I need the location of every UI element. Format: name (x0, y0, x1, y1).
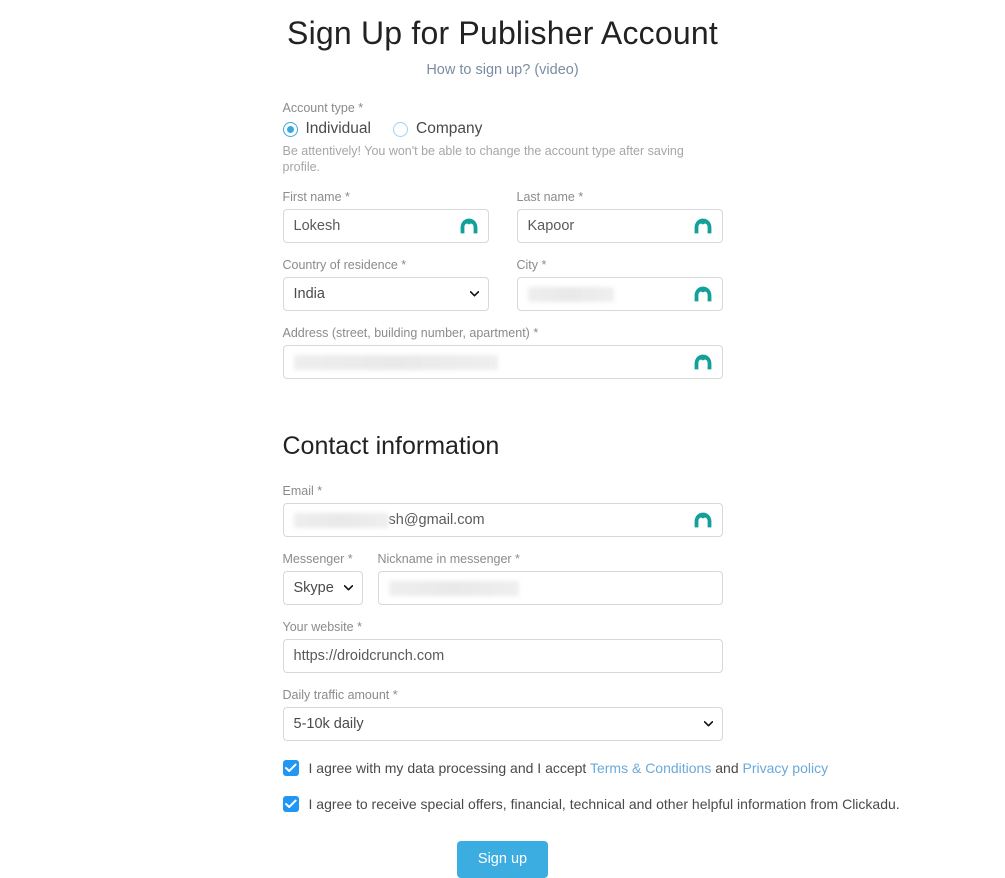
agreement-text-marketing: I agree to receive special offers, finan… (308, 796, 900, 812)
chevron-down-icon (703, 721, 713, 727)
address-value-redacted (293, 354, 498, 370)
messenger-label: Messenger * (282, 552, 353, 566)
last-name-group: Last name * Kapoor (516, 189, 723, 243)
nordpass-icon[interactable] (459, 217, 479, 235)
contact-section-title: Contact information (282, 432, 500, 460)
traffic-label: Daily traffic amount * (282, 688, 398, 702)
city-value-redacted (527, 286, 614, 302)
email-input[interactable]: sh@gmail.com (282, 503, 723, 537)
messenger-value: Skype (293, 580, 334, 596)
privacy-policy-link[interactable]: Privacy policy (743, 760, 829, 776)
agreement-text-between: and (715, 760, 739, 776)
email-group: Email * sh@gmail.com (282, 483, 723, 537)
chevron-down-icon (343, 585, 353, 591)
last-name-label: Last name * (516, 190, 584, 204)
nordpass-icon[interactable] (693, 511, 713, 529)
radio-company-label: Company (416, 120, 483, 137)
website-label: Your website * (282, 620, 362, 634)
address-group: Address (street, building number, apartm… (282, 325, 723, 379)
website-group: Your website * https://droidcrunch.com (282, 619, 723, 673)
messenger-select[interactable]: Skype (282, 571, 363, 605)
agreement-row-marketing: I agree to receive special offers, finan… (282, 795, 900, 813)
country-value: India (293, 286, 325, 302)
how-to-sign-up-link[interactable]: How to sign up? (video) (0, 52, 1005, 78)
page-title: Sign Up for Publisher Account (287, 15, 718, 51)
country-select[interactable]: India (282, 277, 489, 311)
website-input[interactable]: https://droidcrunch.com (282, 639, 723, 673)
nickname-value-redacted (388, 580, 519, 596)
city-group: City * (516, 257, 723, 311)
country-group: Country of residence * India (282, 257, 489, 311)
address-input[interactable] (282, 345, 723, 379)
email-label: Email * (282, 484, 323, 498)
account-type-group: Account type * Individual Company Be att… (282, 100, 723, 175)
checkbox-data-processing[interactable] (282, 760, 299, 776)
city-label: City * (516, 258, 547, 272)
traffic-select[interactable]: 5-10k daily (282, 707, 723, 741)
email-value-redacted (293, 512, 389, 528)
radio-option-company[interactable]: Company (393, 120, 482, 138)
account-type-label: Account type * (282, 101, 364, 115)
submit-row: Sign up (283, 813, 723, 878)
nickname-input[interactable] (377, 571, 723, 605)
messenger-group: Messenger * Skype (282, 551, 363, 605)
website-value: https://droidcrunch.com (293, 648, 445, 664)
sign-up-button[interactable]: Sign up (456, 841, 549, 878)
radio-individual-icon[interactable] (282, 121, 298, 137)
nickname-group: Nickname in messenger * (377, 551, 723, 605)
nordpass-icon[interactable] (693, 353, 713, 371)
traffic-value: 5-10k daily (293, 716, 364, 732)
last-name-input[interactable]: Kapoor (516, 209, 723, 243)
first-name-value: Lokesh (293, 218, 341, 234)
chevron-down-icon (469, 291, 479, 297)
terms-conditions-link[interactable]: Terms & Conditions (590, 760, 711, 776)
name-row: First name * Lokesh Last name * Kapoor (282, 189, 723, 243)
radio-company-icon[interactable] (393, 121, 408, 137)
country-label: Country of residence * (282, 258, 407, 272)
agreement-row-data-processing: I agree with my data processing and I ac… (282, 759, 828, 777)
nordpass-icon[interactable] (693, 285, 713, 303)
nordpass-icon[interactable] (693, 217, 713, 235)
account-type-options: Individual Company (282, 120, 723, 138)
agreement-text-data-processing: I agree with my data processing and I ac… (309, 759, 829, 777)
first-name-group: First name * Lokesh (282, 189, 489, 243)
location-row: Country of residence * India City * (282, 257, 723, 311)
address-label: Address (street, building number, apartm… (282, 326, 539, 340)
agreement-text-part: I agree with my data processing and I ac… (308, 760, 587, 776)
messenger-row: Messenger * Skype Nickname in messenger … (282, 551, 723, 605)
checkbox-marketing[interactable] (282, 796, 299, 812)
signup-page: Sign Up for Publisher Account How to sig… (0, 0, 1005, 878)
nickname-label: Nickname in messenger * (377, 552, 520, 566)
city-input[interactable] (516, 277, 723, 311)
first-name-label: First name * (282, 190, 350, 204)
radio-option-individual[interactable]: Individual (282, 120, 372, 138)
signup-form: Account type * Individual Company Be att… (282, 78, 900, 878)
last-name-value: Kapoor (527, 218, 575, 234)
traffic-group: Daily traffic amount * 5-10k daily (282, 687, 723, 741)
first-name-input[interactable]: Lokesh (282, 209, 489, 243)
radio-individual-label: Individual (305, 120, 372, 137)
email-value: sh@gmail.com (388, 512, 485, 528)
account-type-hint: Be attentively! You won't be able to cha… (282, 144, 684, 174)
